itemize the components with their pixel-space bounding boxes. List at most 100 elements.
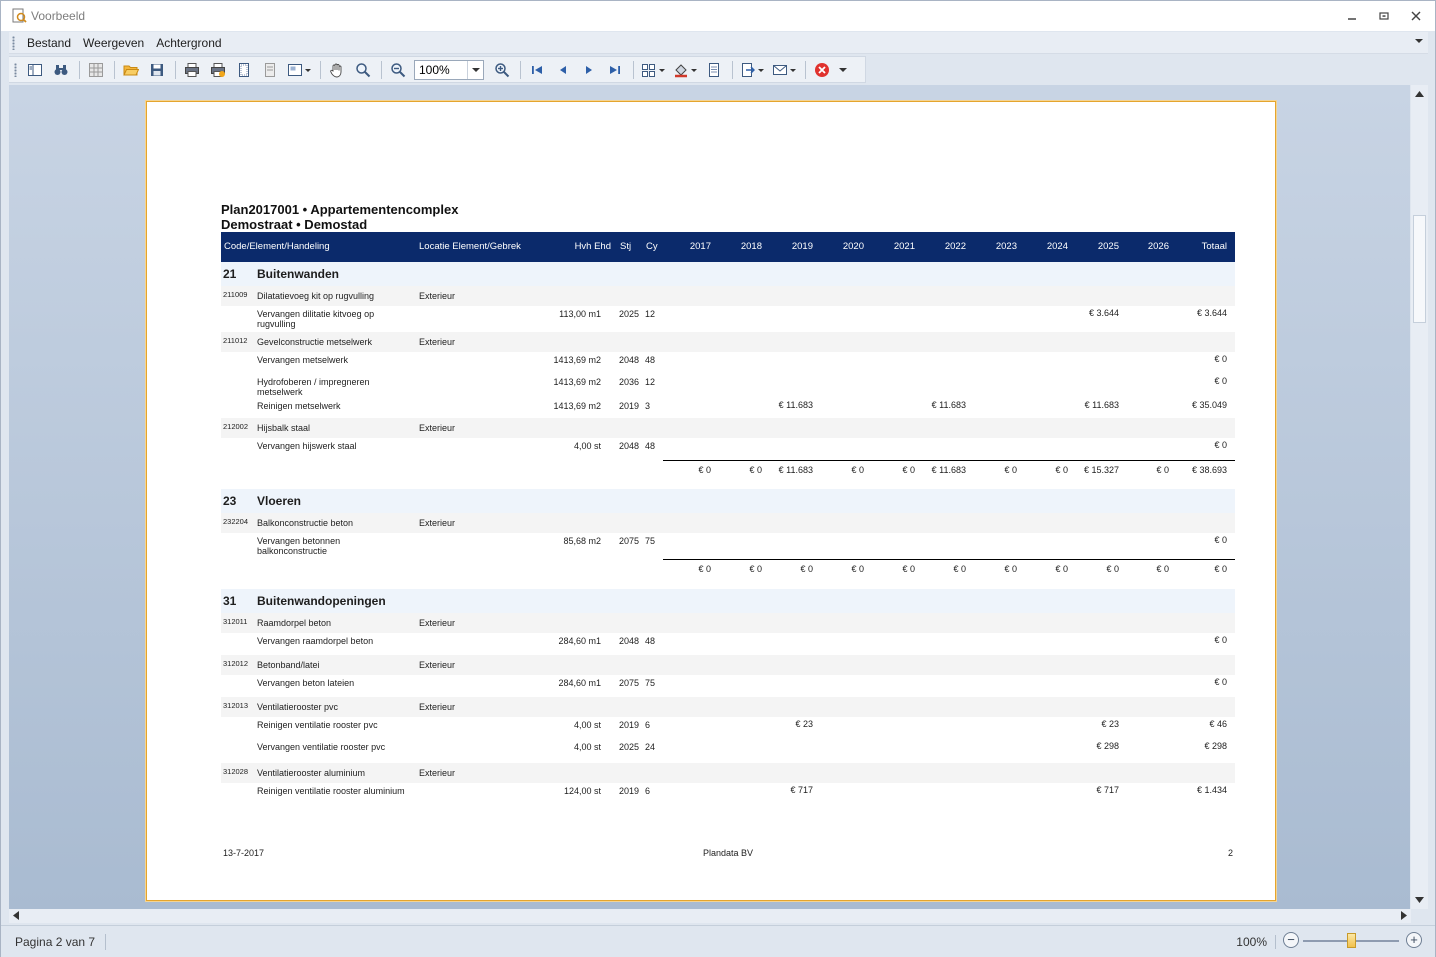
total-value: € 0 [1214, 677, 1227, 687]
year-value: € 0 [800, 564, 813, 574]
element-row: 211009 Dilatatievoeg kit op rugvulling Ext… [221, 286, 1235, 306]
vertical-scrollbar[interactable] [1411, 85, 1428, 909]
zoom-out-button[interactable] [386, 59, 410, 81]
first-page-icon [532, 65, 542, 74]
total-value: € 0 [1214, 635, 1227, 645]
header-footer-button[interactable] [284, 59, 314, 81]
year-value: € 11.683 [931, 465, 966, 475]
watermark-button[interactable] [702, 59, 726, 81]
action-quantity: 284,60 m1 [558, 636, 601, 646]
element-row: 312028 Ventilatierooster aluminium Exterie… [221, 763, 1235, 783]
page-setup-button[interactable] [232, 59, 256, 81]
grid-icon [89, 62, 103, 77]
scroll-left-icon[interactable] [13, 911, 19, 920]
menubar-grip[interactable] [12, 35, 15, 50]
preview-viewport[interactable]: Plan2017001 • Appartementencomplex Demos… [9, 85, 1410, 909]
zoom-slider-thumb[interactable] [1346, 933, 1356, 948]
zoom-input[interactable] [415, 60, 467, 79]
previous-page-button[interactable] [551, 59, 575, 81]
horizontal-scrollbar[interactable] [9, 909, 1411, 923]
action-row: Reinigen ventilatie rooster pvc 4,00 st 20… [221, 717, 1235, 739]
action-quantity: 1413,69 m2 [553, 377, 601, 387]
scroll-down-icon[interactable] [1414, 895, 1425, 905]
zoom-plus-icon[interactable]: + [1406, 932, 1422, 948]
export-button[interactable] [737, 59, 767, 81]
save-button[interactable] [145, 59, 169, 81]
open-button[interactable] [119, 59, 143, 81]
year-value: € 0 [698, 564, 711, 574]
menubar-overflow-icon[interactable] [1414, 36, 1424, 46]
find-button[interactable] [49, 59, 73, 81]
menu-weergeven[interactable]: Weergeven [77, 33, 150, 53]
watermark-icon [709, 62, 719, 77]
toolbar-overflow-button[interactable] [836, 59, 850, 81]
action-start-year: 2025 [619, 742, 640, 752]
preview-app-icon [12, 8, 27, 23]
action-cycle: 6 [645, 786, 651, 796]
menu-bestand[interactable]: Bestand [21, 33, 77, 53]
vertical-scroll-thumb[interactable] [1413, 215, 1426, 323]
scroll-right-icon[interactable] [1401, 911, 1407, 920]
document-map-button[interactable] [23, 59, 47, 81]
action-row: Vervangen beton lateien 284,60 m1 2075 75 € … [221, 675, 1235, 697]
element-name: Ventilatierooster aluminium [257, 768, 366, 778]
background-color-button[interactable] [670, 59, 700, 81]
group-name: Buitenwandopeningen [257, 594, 386, 608]
zoom-minus-icon[interactable]: − [1283, 932, 1299, 948]
restore-button[interactable] [1373, 7, 1395, 25]
toolbar [9, 56, 866, 83]
magnifier-button[interactable] [351, 59, 375, 81]
element-location: Exterieur [419, 337, 456, 347]
toolbar-separator [320, 60, 321, 79]
zoom-dropdown-arrow[interactable] [467, 60, 483, 79]
group-name: Buitenwanden [257, 267, 340, 281]
group-code: 31 [223, 594, 237, 608]
action-name: Vervangen beton lateien [257, 678, 355, 688]
year-value: € 23 [1101, 719, 1119, 729]
preview-window: Voorbeeld Bestand Weergeven Achtergrond [0, 0, 1436, 957]
print-button[interactable] [180, 59, 204, 81]
year-value: € 11.683 [1084, 400, 1119, 410]
email-button[interactable] [769, 59, 799, 81]
close-window-button[interactable] [1405, 7, 1427, 25]
printer-icon [185, 62, 199, 77]
next-page-button[interactable] [577, 59, 601, 81]
magnifier-icon [356, 62, 371, 77]
status-bar: Pagina 2 van 7 100% − + [1, 925, 1435, 957]
total-value: € 3.644 [1196, 308, 1227, 318]
zoom-combobox[interactable] [414, 59, 484, 80]
year-value: € 0 [902, 465, 915, 475]
action-start-year: 2048 [619, 441, 640, 451]
close-circle-icon [815, 62, 829, 77]
hand-tool-button[interactable] [325, 59, 349, 81]
close-preview-button[interactable] [810, 59, 834, 81]
last-page-icon [610, 65, 620, 74]
element-name: Raamdorpel beton [257, 618, 332, 628]
subtotal-row: € 0 € 0 € 0 € 0 € 0 € 0 € 0 € 0 € 0 € 0 € 0 [221, 559, 1235, 581]
minimize-button[interactable] [1341, 7, 1363, 25]
first-page-button[interactable] [525, 59, 549, 81]
last-page-button[interactable] [603, 59, 627, 81]
year-value: € 717 [790, 785, 813, 795]
menu-achtergrond[interactable]: Achtergrond [150, 33, 227, 53]
total-value: € 0 [1214, 440, 1227, 450]
multiple-pages-button[interactable] [638, 59, 668, 81]
report-title: Plan2017001 • Appartementencomplex Demos… [221, 202, 458, 232]
total-value: € 0 [1214, 535, 1227, 545]
previous-page-icon [560, 65, 566, 74]
zoom-in-button[interactable] [490, 59, 514, 81]
action-cycle: 48 [645, 441, 656, 451]
action-quantity: 4,00 st [573, 720, 601, 730]
action-cycle: 75 [645, 536, 656, 546]
quick-print-button[interactable] [206, 59, 230, 81]
action-start-year: 2025 [619, 309, 640, 319]
scroll-up-icon[interactable] [1414, 89, 1425, 99]
element-row: 211012 Gevelconstructie metselwerk Exterie… [221, 332, 1235, 352]
toolbar-grip[interactable] [14, 62, 17, 77]
thumbnails-button[interactable] [84, 59, 108, 81]
scale-button[interactable] [258, 59, 282, 81]
action-row: Vervangen hijswerk staal 4,00 st 2048 48 € 0 [221, 438, 1235, 460]
zoom-out-icon [391, 62, 406, 77]
group-row: 23 Vloeren [221, 489, 1235, 513]
year-value: € 0 [749, 465, 762, 475]
